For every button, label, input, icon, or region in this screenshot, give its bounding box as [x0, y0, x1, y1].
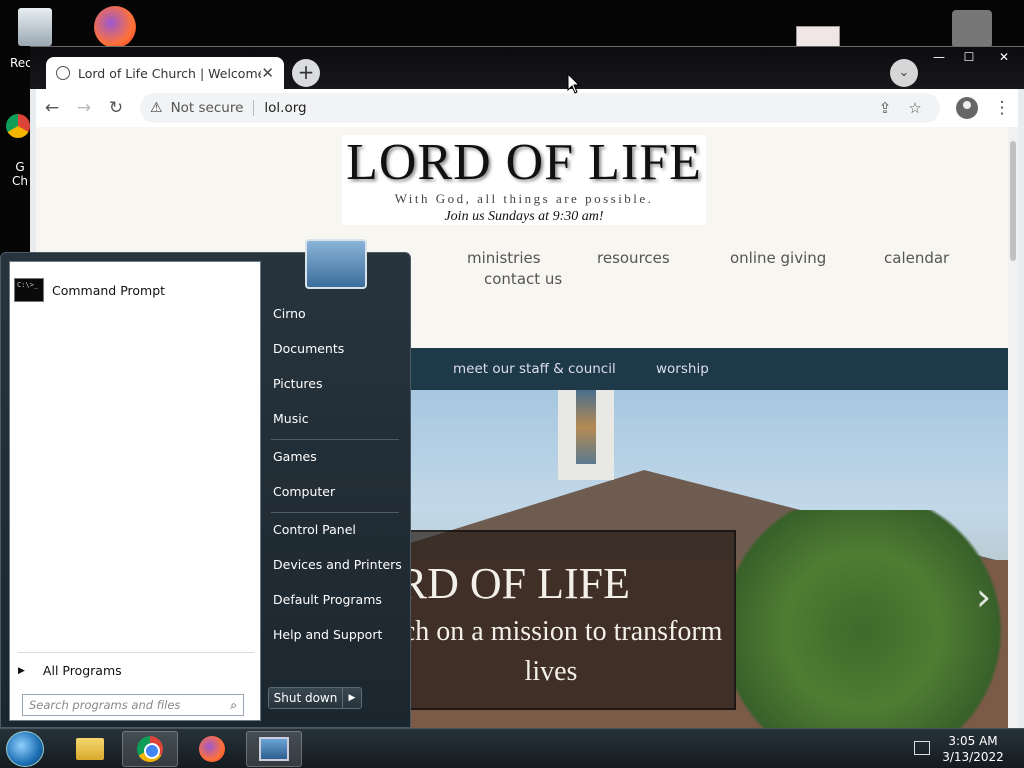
start-menu-places: Cirno Documents Pictures Music Games Com… [263, 239, 411, 729]
search-placeholder: Search programs and files [29, 698, 181, 712]
chrome-icon [137, 736, 163, 762]
hero-title: ORD OF LIFE [366, 559, 631, 608]
place-computer[interactable]: Computer [273, 484, 335, 499]
church-steeple [558, 390, 614, 480]
logo-service-time: Join us Sundays at 9:30 am! [444, 209, 604, 224]
nav-calendar[interactable]: calendar [884, 249, 949, 267]
carousel-next-icon[interactable]: › [976, 575, 991, 619]
page-scrollbar[interactable] [1008, 127, 1018, 729]
shutdown-options-arrow-icon[interactable]: ▶ [343, 688, 361, 708]
shutdown-button[interactable]: Shut down ▶ [268, 687, 362, 709]
browser-tab[interactable]: Lord of Life Church | Welcome ✕ [46, 57, 284, 89]
logo-title: LORD OF LIFE [346, 134, 702, 191]
forward-button[interactable]: → [68, 98, 100, 118]
close-window-button[interactable]: ✕ [984, 47, 1024, 67]
taskbar-remote-screen[interactable] [246, 731, 302, 767]
screen-icon [259, 737, 289, 761]
browser-menu-icon[interactable]: ⋮ [986, 98, 1018, 118]
menu-divider [271, 439, 399, 440]
place-control-panel[interactable]: Control Panel [273, 522, 356, 537]
start-search-input[interactable]: Search programs and files ⌕ [22, 694, 244, 716]
all-programs-label: All Programs [42, 663, 122, 678]
nav-ministries[interactable]: ministries [467, 249, 541, 267]
place-documents[interactable]: Documents [273, 341, 344, 356]
share-icon[interactable]: ⇪ [870, 99, 900, 117]
user-picture[interactable] [305, 239, 367, 289]
app-desktop-icon[interactable] [796, 26, 840, 48]
new-tab-button[interactable]: + [292, 59, 320, 87]
window-controls: — ☐ ✕ [924, 47, 1024, 67]
taskbar-firefox[interactable] [184, 731, 240, 767]
start-button[interactable] [6, 731, 44, 767]
taskbar: 3:05 AM 3/13/2022 [0, 728, 1024, 768]
bookmark-star-icon[interactable]: ☆ [900, 99, 930, 117]
place-user-folder[interactable]: Cirno [273, 306, 306, 321]
program-label: Command Prompt [52, 282, 166, 298]
start-menu-programs: C:\>_ Command Prompt ▶ All Programs Sear… [9, 261, 261, 721]
program-command-prompt[interactable]: C:\>_ Command Prompt [14, 270, 254, 310]
clock-date: 3/13/2022 [942, 750, 1004, 764]
warning-icon[interactable]: ⚠ [150, 100, 163, 116]
search-icon[interactable]: ⌕ [230, 698, 237, 713]
triangle-right-icon: ▶ [18, 665, 25, 676]
profile-avatar-icon[interactable] [956, 97, 978, 119]
place-pictures[interactable]: Pictures [273, 376, 323, 391]
mouse-cursor-icon [567, 73, 581, 94]
start-menu: C:\>_ Command Prompt ▶ All Programs Sear… [0, 239, 411, 729]
browser-toolbar: ← → ↻ ⚠ Not secure lol.org ⇪ ☆ ⋮ [36, 89, 1018, 127]
tab-search-button[interactable]: ⌄ [890, 59, 918, 87]
place-default-programs[interactable]: Default Programs [273, 592, 382, 607]
taskbar-explorer[interactable] [62, 731, 118, 767]
security-status[interactable]: Not secure [171, 100, 244, 116]
all-programs-button[interactable]: ▶ All Programs [18, 652, 254, 678]
address-bar[interactable]: ⚠ Not secure lol.org ⇪ ☆ [140, 93, 940, 123]
logo-tagline: With God, all things are possible. [394, 191, 654, 206]
nav-contact-us[interactable]: contact us [484, 270, 562, 288]
firefox-icon [199, 736, 225, 762]
stained-glass [576, 390, 596, 464]
settings-desktop-icon[interactable] [952, 10, 992, 48]
place-games[interactable]: Games [273, 449, 317, 464]
minimize-button[interactable]: — [924, 47, 954, 67]
maximize-button[interactable]: ☐ [954, 47, 984, 67]
globe-icon [56, 66, 70, 80]
back-button[interactable]: ← [36, 98, 68, 118]
tab-title: Lord of Life Church | Welcome [78, 65, 262, 81]
tab-strip: Lord of Life Church | Welcome ✕ + ⌄ — ☐ … [30, 47, 1024, 89]
trees [736, 510, 1008, 729]
scrollbar-thumb[interactable] [1010, 141, 1016, 261]
menu-divider [271, 512, 399, 513]
clock-time: 3:05 AM [948, 734, 998, 748]
reload-button[interactable]: ↻ [100, 98, 132, 118]
place-music[interactable]: Music [273, 411, 309, 426]
place-help-support[interactable]: Help and Support [273, 627, 382, 642]
system-clock[interactable]: 3:05 AM 3/13/2022 [940, 733, 1006, 765]
nav-online-giving[interactable]: online giving [730, 249, 826, 267]
taskbar-chrome[interactable] [122, 731, 178, 767]
address-separator [253, 100, 255, 116]
site-logo[interactable]: LORD OF LIFE With God, all things are po… [342, 135, 706, 225]
folder-icon [76, 738, 104, 760]
subnav-staff-council[interactable]: meet our staff & council [453, 361, 616, 377]
tab-close-icon[interactable]: ✕ [261, 64, 274, 82]
command-prompt-icon: C:\>_ [14, 278, 44, 302]
nav-resources[interactable]: resources [597, 249, 670, 267]
place-devices-printers[interactable]: Devices and Printers [273, 557, 402, 572]
hero-subtitle: urch on a mission to transform lives [379, 616, 723, 687]
url-text[interactable]: lol.org [264, 100, 870, 116]
network-icon[interactable] [914, 741, 930, 755]
subnav-worship[interactable]: worship [656, 361, 709, 377]
shutdown-label[interactable]: Shut down [269, 688, 343, 708]
